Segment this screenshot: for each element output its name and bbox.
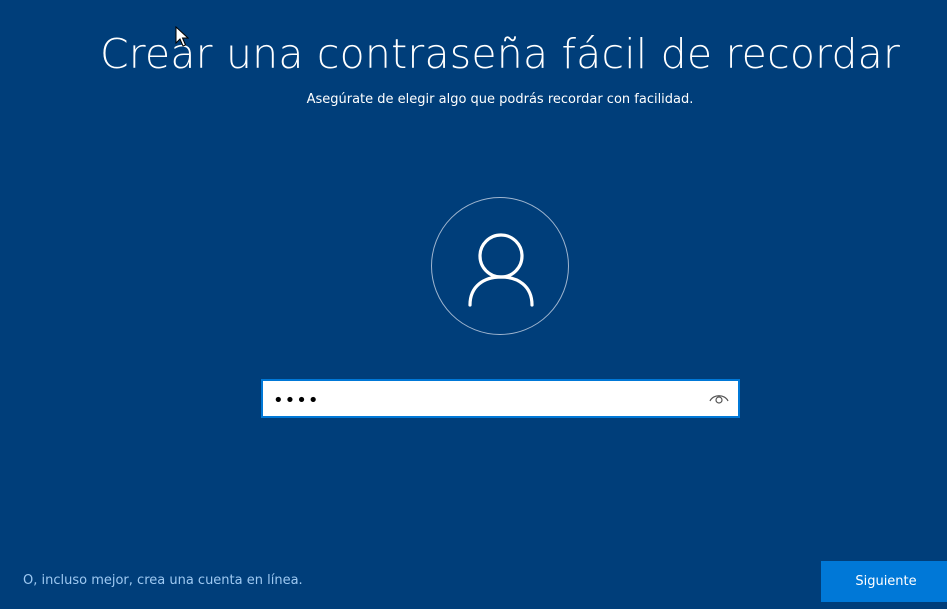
password-field[interactable] [261,379,740,418]
create-online-account-link[interactable]: O, incluso mejor, crea una cuenta en lín… [23,573,303,588]
eye-icon[interactable] [708,389,730,407]
password-input[interactable] [271,385,695,415]
page-subtitle: Asegúrate de elegir algo que podrás reco… [306,92,694,107]
next-button[interactable]: Siguiente [821,561,947,602]
user-icon [468,233,534,307]
mouse-cursor-icon [175,26,189,47]
page-title: Crear una contraseña fácil de recordar [99,30,901,78]
avatar [431,197,569,335]
